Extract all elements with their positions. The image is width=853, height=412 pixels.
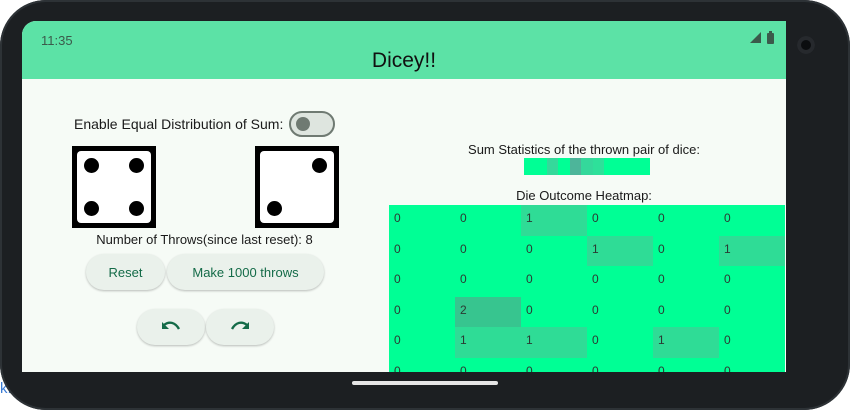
heatmap-cell: 0 [587,266,653,297]
redo-icon [230,321,249,330]
heatmap-cell: 1 [521,327,587,358]
equal-distribution-row: Enable Equal Distribution of Sum: [74,111,336,137]
heatmap-cell: 0 [521,266,587,297]
undo-icon [162,321,181,330]
heatmap-row: 000000 [389,266,786,297]
heatmap-title: Die Outcome Heatmap: [516,188,652,203]
heatmap-cell: 0 [389,327,455,358]
heatmap-cell: 0 [455,205,521,236]
status-time: 11:35 [41,33,73,48]
pip [129,158,144,173]
heatmap-cell: 0 [389,357,455,372]
redo-button[interactable] [206,309,274,345]
throws-count: Number of Throws(since last reset): 8 [96,232,313,247]
heatmap-cell: 0 [587,296,653,327]
signal-icon [750,32,761,43]
heatmap-row: 000000 [389,357,786,372]
phone-frame: 11:35 Dicey!! Enable Equal Distribution … [0,0,850,410]
heatmap-row: 020000 [389,296,786,327]
heatmap-cell: 2 [455,296,521,327]
battery-icon [767,31,774,44]
die-face [260,151,334,223]
heatmap-cell: 0 [587,327,653,358]
heatmap-row: 011010 [389,327,786,358]
switch-knob [296,117,311,131]
heatmap-cell: 0 [455,235,521,266]
heatmap-cell: 0 [521,235,587,266]
heatmap-cell: 0 [719,357,785,372]
heatmap-cell: 0 [455,357,521,372]
heatmap-cell: 0 [653,235,719,266]
pip [84,201,99,216]
app-title: Dicey!! [371,49,437,72]
app-screen: 11:35 Dicey!! Enable Equal Distribution … [22,21,786,372]
controls-panel: Enable Equal Distribution of Sum: Number… [22,79,387,372]
heatmap-cell: 0 [653,266,719,297]
pip [267,201,282,216]
die-face [77,151,151,223]
pip [129,201,144,216]
heatmap-cell: 0 [719,296,785,327]
undo-button[interactable] [137,309,205,345]
heatmap-cell: 1 [587,235,653,266]
heatmap-cell: 0 [653,205,719,236]
heatmap-cell: 0 [389,235,455,266]
home-indicator[interactable] [352,381,498,385]
equal-distribution-label: Enable Equal Distribution of Sum: [74,116,284,132]
heatmap-cell: 0 [719,205,785,236]
heatmap-cell: 0 [719,327,785,358]
pip [84,158,99,173]
heatmap-cell: 1 [455,327,521,358]
heatmap-cell: 0 [587,357,653,372]
heatmap-cell: 0 [653,357,719,372]
die-left [72,146,156,228]
make-1000-throws-button[interactable]: Make 1000 throws [167,254,324,290]
sum-statistics-title: Sum Statistics of the thrown pair of dic… [468,142,700,157]
status-icons [750,31,774,44]
pip [312,158,327,173]
heatmap-cell: 0 [521,357,587,372]
heatmap-cell: 0 [455,266,521,297]
front-camera [797,36,815,54]
heatmap-cell: 0 [389,296,455,327]
sum-statistics-bar [524,158,650,175]
die-outcome-heatmap: 001000000101000000020000011010000000 [389,205,786,372]
heatmap-cell: 0 [521,296,587,327]
heatmap-cell: 0 [719,266,785,297]
heatmap-cell: 0 [389,205,455,236]
heatmap-cell: 0 [389,266,455,297]
heatmap-row: 001000 [389,205,786,236]
heatmap-cell: 1 [521,205,587,236]
reset-button[interactable]: Reset [86,254,165,290]
heatmap-row: 000101 [389,235,786,266]
die-right [255,146,339,228]
heatmap-cell: 0 [587,205,653,236]
heatmap-cell: 1 [653,327,719,358]
heatmap-cell: 0 [653,296,719,327]
heatmap-cell: 1 [719,235,785,266]
equal-distribution-switch[interactable] [289,111,336,137]
app-bar: 11:35 Dicey!! [22,21,786,79]
